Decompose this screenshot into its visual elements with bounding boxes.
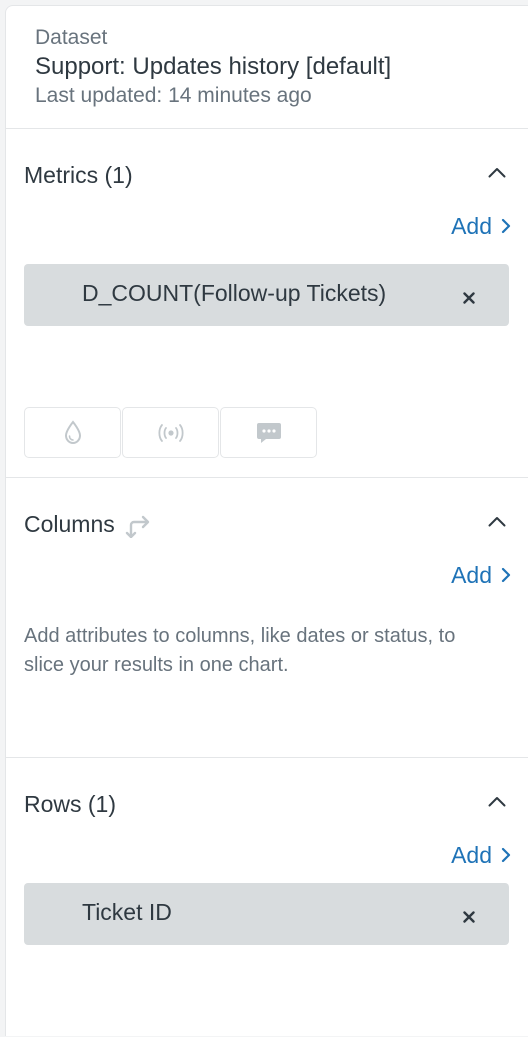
dataset-name[interactable]: Support: Updates history [default]: [35, 53, 391, 81]
metrics-section: Metrics (1) Add D_COUNT(Follow-up Ticket…: [6, 128, 528, 478]
dataset-label: Dataset: [35, 26, 108, 49]
broadcast-icon[interactable]: [122, 407, 219, 458]
dataset-last-updated: Last updated: 14 minutes ago: [35, 84, 312, 107]
remove-row-close-icon[interactable]: [457, 905, 481, 929]
chevron-right-icon: [501, 562, 511, 589]
dataset-header: Dataset Support: Updates history [defaul…: [6, 6, 528, 129]
comment-icon[interactable]: [220, 407, 317, 458]
query-builder-panel: Dataset Support: Updates history [defaul…: [5, 5, 528, 1036]
rows-collapse-chevron-up-icon[interactable]: [485, 793, 509, 809]
columns-add-button[interactable]: Add: [451, 562, 511, 589]
rows-add-label: Add: [451, 842, 492, 868]
metric-pill[interactable]: D_COUNT(Follow-up Tickets): [24, 264, 509, 326]
chevron-right-icon: [501, 213, 511, 240]
columns-add-label: Add: [451, 562, 492, 588]
columns-collapse-chevron-up-icon[interactable]: [485, 513, 509, 529]
rows-add-button[interactable]: Add: [451, 842, 511, 869]
columns-title[interactable]: Columns: [24, 511, 153, 538]
rows-title-label: Rows (1): [24, 791, 117, 817]
row-pill-label: Ticket ID: [82, 899, 172, 925]
chevron-right-icon: [501, 842, 511, 869]
metric-pill-label: D_COUNT(Follow-up Tickets): [82, 280, 387, 306]
metrics-add-button[interactable]: Add: [451, 213, 511, 240]
metrics-title-label: Metrics (1): [24, 162, 133, 188]
metrics-title[interactable]: Metrics (1): [24, 162, 133, 189]
rows-title[interactable]: Rows (1): [24, 791, 116, 818]
metric-tools-group: [24, 407, 317, 458]
columns-help-text: Add attributes to columns, like dates or…: [24, 625, 456, 676]
drop-icon[interactable]: [24, 407, 121, 458]
metrics-add-label: Add: [451, 213, 492, 239]
columns-section: Columns Add Add attributes to columns, l…: [6, 477, 528, 758]
swap-arrows-icon[interactable]: [125, 512, 153, 538]
remove-metric-close-icon[interactable]: [457, 286, 481, 310]
metrics-collapse-chevron-up-icon[interactable]: [485, 164, 509, 180]
columns-title-label: Columns: [24, 511, 115, 537]
rows-section: Rows (1) Add Ticket ID: [6, 757, 528, 1037]
row-pill[interactable]: Ticket ID: [24, 883, 509, 945]
